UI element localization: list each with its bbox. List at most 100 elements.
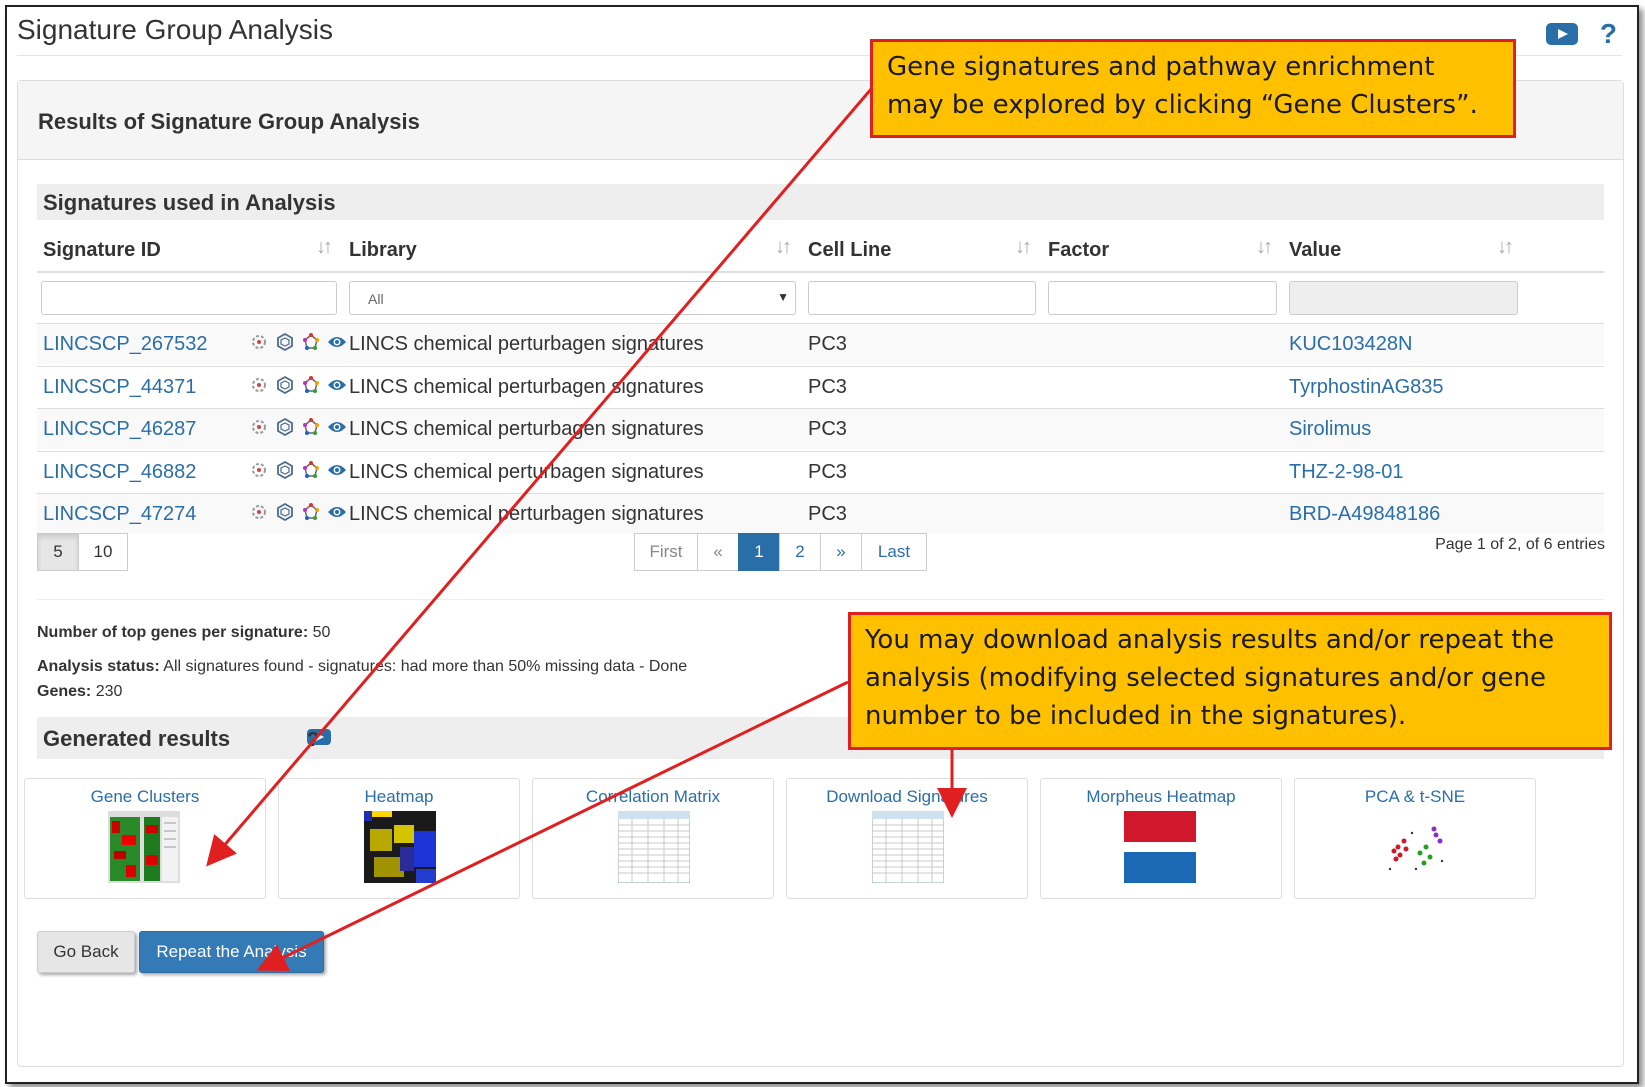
help-icon[interactable]: ? <box>1600 18 1617 50</box>
hexagon-icon[interactable] <box>275 375 295 395</box>
sort-icon[interactable]: ↓↑ <box>1497 236 1514 259</box>
eye-icon[interactable] <box>327 502 347 522</box>
top-genes-value: 50 <box>312 624 331 641</box>
section-divider <box>37 599 1604 600</box>
top-genes-label: Number of top genes per signature: <box>37 624 309 641</box>
library-filter-value: All <box>368 291 384 307</box>
eye-icon[interactable] <box>327 375 347 395</box>
gear-network-icon[interactable] <box>249 502 269 522</box>
page-prev-button[interactable]: « <box>697 533 739 571</box>
table-row: LINCSCP_46882 LINCS chemical perturbagen … <box>37 450 1604 492</box>
pathway-star-icon[interactable] <box>301 502 321 522</box>
tile-download-signatures[interactable]: Download Signatures <box>786 778 1028 899</box>
value-link[interactable]: BRD-A49848186 <box>1289 503 1440 526</box>
table-row: LINCSCP_267532 LINCS chemical perturbagen… <box>37 323 1604 364</box>
callout-gene-clusters: Gene signatures and pathway enrichment m… <box>870 39 1516 138</box>
header-icons: ? <box>1545 18 1617 50</box>
pathway-star-icon[interactable] <box>301 375 321 395</box>
cell-line-filter-input[interactable] <box>808 281 1036 315</box>
pagination: First « 1 2 » Last <box>634 533 927 571</box>
signature-id-link[interactable]: LINCSCP_44371 <box>43 376 196 399</box>
cell-line-cell: PC3 <box>808 418 847 440</box>
sort-icon[interactable]: ↓↑ <box>316 236 333 259</box>
gear-network-icon[interactable] <box>249 332 269 352</box>
sort-icon[interactable]: ↓↑ <box>775 236 792 259</box>
row-action-icons <box>249 460 347 480</box>
row-action-icons <box>249 375 347 395</box>
hexagon-icon[interactable] <box>275 502 295 522</box>
table-row: LINCSCP_46287 LINCS chemical perturbagen … <box>37 408 1604 449</box>
gear-network-icon[interactable] <box>249 460 269 480</box>
tile-correlation-matrix[interactable]: Correlation Matrix <box>532 778 774 899</box>
eye-icon[interactable] <box>327 417 347 437</box>
page-size-5-button[interactable]: 5 <box>37 533 79 571</box>
cell-line-cell: PC3 <box>808 460 847 483</box>
tile-label: Download Signatures <box>826 787 988 806</box>
signature-id-link[interactable]: LINCSCP_47274 <box>43 503 196 526</box>
col-header-cell-line[interactable]: Cell Line <box>808 239 891 262</box>
col-header-library[interactable]: Library <box>349 239 417 262</box>
heatmap-thumbnail <box>364 811 436 883</box>
page-size-10-button[interactable]: 10 <box>78 533 128 571</box>
cell-line-cell: PC3 <box>808 375 847 398</box>
help-icon[interactable]: ? <box>307 729 319 752</box>
gear-network-icon[interactable] <box>249 375 269 395</box>
signature-id-link[interactable]: LINCSCP_267532 <box>43 333 208 356</box>
library-filter-select[interactable]: All ▼ <box>349 281 796 315</box>
repeat-analysis-button[interactable]: Repeat the Analysis <box>139 931 324 973</box>
pathway-star-icon[interactable] <box>301 460 321 480</box>
video-tutorial-icon[interactable] <box>1545 23 1578 45</box>
signature-id-filter-input[interactable] <box>41 281 337 315</box>
pathway-star-icon[interactable] <box>301 417 321 437</box>
tile-morpheus-heatmap[interactable]: Morpheus Heatmap <box>1040 778 1282 899</box>
page-1-button[interactable]: 1 <box>738 533 780 571</box>
signature-id-link[interactable]: LINCSCP_46882 <box>43 461 196 484</box>
value-link[interactable]: Sirolimus <box>1289 418 1371 441</box>
analysis-status-value: All signatures found - signatures: had m… <box>163 658 688 675</box>
page-last-button[interactable]: Last <box>861 533 927 571</box>
sort-icon[interactable]: ↓↑ <box>1256 236 1273 259</box>
col-header-value[interactable]: Value <box>1289 239 1341 262</box>
value-link[interactable]: THZ-2-98-01 <box>1289 461 1403 484</box>
analysis-status-line: Analysis status: All signatures found - … <box>37 658 687 676</box>
hexagon-icon[interactable] <box>275 332 295 352</box>
row-action-icons <box>249 502 347 522</box>
signature-id-link[interactable]: LINCSCP_46287 <box>43 418 196 441</box>
spreadsheet-thumbnail <box>618 811 690 883</box>
panel-title: Results of Signature Group Analysis <box>38 109 420 134</box>
go-back-button[interactable]: Go Back <box>37 931 135 973</box>
eye-icon[interactable] <box>327 332 347 352</box>
page-2-button[interactable]: 2 <box>779 533 821 571</box>
library-cell: LINCS chemical perturbagen signatures <box>349 333 704 355</box>
page-first-button[interactable]: First <box>634 533 698 571</box>
eye-icon[interactable] <box>327 460 347 480</box>
page-title: Signature Group Analysis <box>17 14 333 45</box>
tile-heatmap[interactable]: Heatmap <box>278 778 520 899</box>
hexagon-icon[interactable] <box>275 460 295 480</box>
hexagon-icon[interactable] <box>275 417 295 437</box>
tile-label: Morpheus Heatmap <box>1086 787 1236 806</box>
tile-label: PCA & t-SNE <box>1364 787 1466 806</box>
cell-line-cell: PC3 <box>808 333 847 355</box>
col-header-signature-id[interactable]: Signature ID <box>43 239 161 262</box>
col-header-factor[interactable]: Factor <box>1048 239 1109 262</box>
callout-download-repeat: You may download analysis results and/or… <box>848 612 1612 750</box>
cell-line-cell: PC3 <box>808 503 847 525</box>
value-link[interactable]: KUC103428N <box>1289 333 1412 356</box>
signatures-section-title: Signatures used in Analysis <box>43 190 336 215</box>
gene-clusters-thumbnail <box>108 811 180 883</box>
factor-filter-input[interactable] <box>1048 281 1277 315</box>
results-panel: Results of Signature Group Analysis Sign… <box>17 80 1624 1067</box>
sort-icon[interactable]: ↓↑ <box>1015 236 1032 259</box>
tile-gene-clusters[interactable]: Gene Clusters <box>24 778 266 899</box>
value-filter-input <box>1289 281 1518 315</box>
scatter-plot-thumbnail <box>1380 811 1452 883</box>
top-genes-line: Number of top genes per signature: 50 <box>37 624 330 642</box>
pathway-star-icon[interactable] <box>301 332 321 352</box>
page-info: Page 1 of 2, of 6 entries <box>1435 536 1605 553</box>
page-next-button[interactable]: » <box>820 533 862 571</box>
value-link[interactable]: TyrphostinAG835 <box>1289 376 1444 399</box>
tile-pca-tsne[interactable]: PCA & t-SNE <box>1294 778 1536 899</box>
spreadsheet-thumbnail <box>872 811 944 883</box>
gear-network-icon[interactable] <box>249 417 269 437</box>
